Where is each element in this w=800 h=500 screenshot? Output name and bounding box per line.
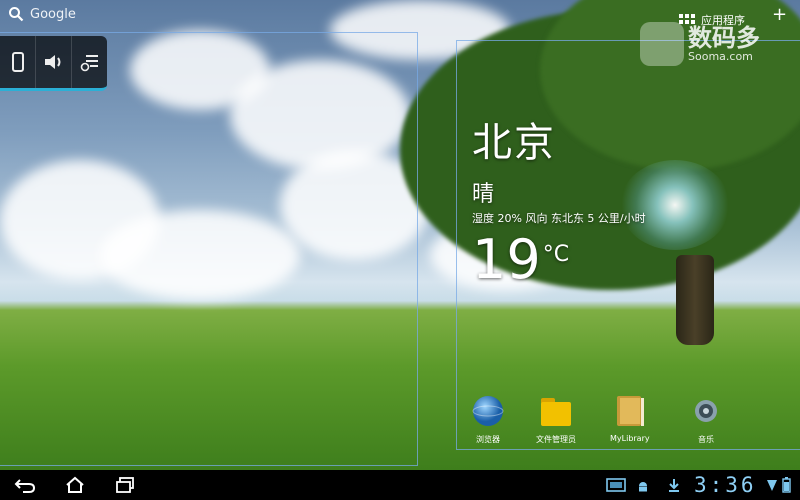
folder-icon bbox=[541, 398, 571, 426]
search-icon bbox=[9, 7, 24, 22]
recent-apps-button[interactable] bbox=[112, 474, 138, 496]
speaker-icon bbox=[695, 400, 717, 422]
android-debug-icon[interactable] bbox=[636, 478, 650, 492]
wifi-icon bbox=[767, 480, 777, 491]
screenshot-notification-icon[interactable] bbox=[606, 478, 626, 492]
shortcut-file-manager[interactable]: 文件管理员 bbox=[536, 394, 576, 445]
volume-toggle[interactable] bbox=[36, 36, 72, 88]
back-icon bbox=[14, 479, 36, 493]
weather-condition: 晴 bbox=[472, 182, 495, 207]
back-button[interactable] bbox=[12, 474, 38, 496]
weather-detail: 湿度 20% 风向 东北东 5 公里/小时 bbox=[472, 212, 646, 225]
add-widget-button[interactable]: + bbox=[772, 4, 787, 25]
system-bar bbox=[0, 470, 800, 500]
temperature-value: 19 bbox=[472, 228, 541, 291]
shortcut-label: 浏览器 bbox=[476, 435, 500, 444]
settings-list-toggle[interactable] bbox=[72, 36, 107, 88]
phone-icon bbox=[11, 52, 24, 72]
home-button[interactable] bbox=[62, 474, 88, 496]
search-label: Google bbox=[30, 6, 76, 22]
recent-apps-icon bbox=[116, 477, 134, 493]
weather-city: 北京 bbox=[472, 120, 556, 166]
shortcut-mylibrary[interactable]: MyLibrary bbox=[610, 394, 650, 443]
home-icon bbox=[66, 476, 84, 493]
weather-widget[interactable]: 北京 晴 湿度 20% 风向 东北东 5 公里/小时 19 °C bbox=[472, 110, 646, 291]
watermark-name-cn: 数码多 bbox=[688, 23, 760, 52]
globe-icon bbox=[472, 396, 504, 426]
status-clock: 3:36 bbox=[694, 473, 757, 497]
phone-toggle[interactable] bbox=[0, 36, 36, 88]
volume-icon bbox=[44, 55, 60, 69]
settings-widget bbox=[0, 36, 107, 91]
shortcut-label: MyLibrary bbox=[610, 434, 650, 443]
battery-icon bbox=[782, 477, 791, 493]
weather-temperature: 19 °C bbox=[472, 228, 646, 291]
book-icon bbox=[616, 396, 644, 426]
temperature-unit: °C bbox=[542, 242, 570, 267]
shortcut-label: 文件管理员 bbox=[536, 435, 576, 444]
shortcut-music[interactable]: 音乐 bbox=[688, 394, 724, 445]
panel-frame-left bbox=[0, 32, 418, 466]
settings-list-icon bbox=[80, 55, 98, 72]
watermark: 数码多 Sooma.com bbox=[640, 22, 760, 66]
watermark-name-en: Sooma.com bbox=[688, 49, 753, 63]
shortcut-browser[interactable]: 浏览器 bbox=[470, 394, 506, 445]
google-search-bar[interactable]: Google bbox=[8, 6, 76, 22]
download-icon[interactable] bbox=[668, 478, 680, 492]
watermark-logo bbox=[640, 22, 684, 66]
shortcut-label: 音乐 bbox=[698, 435, 714, 444]
